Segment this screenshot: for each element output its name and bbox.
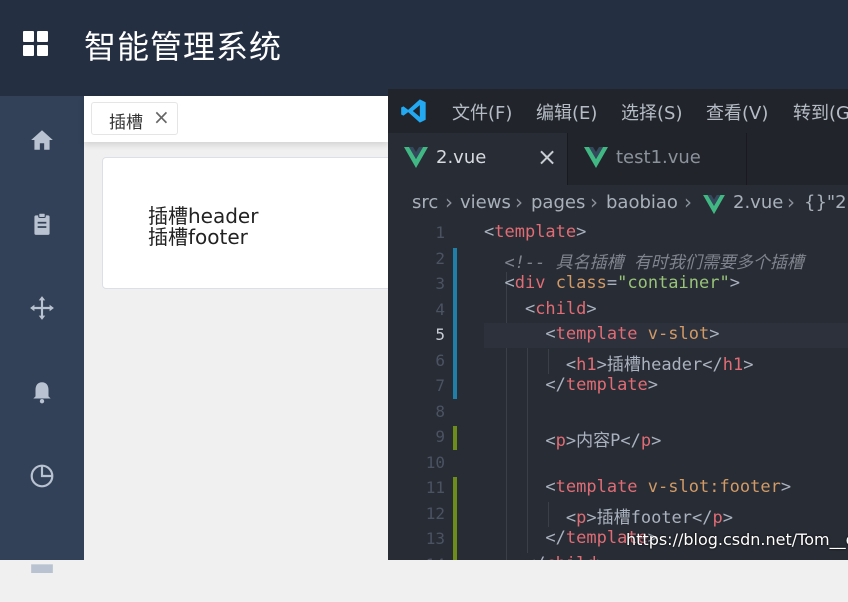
line-number: 11	[425, 478, 445, 497]
code-line[interactable]: 6 <h1>插槽header</h1>	[388, 349, 848, 375]
menu-selection[interactable]: 选择(S)	[621, 99, 682, 125]
code-line[interactable]: 12 <p>插槽footer</p>	[388, 502, 848, 528]
app-title: 智能管理系统	[84, 28, 283, 66]
editor-tab-2-vue[interactable]: 2.vue ×	[388, 133, 567, 185]
code-line[interactable]: 7 </template>	[388, 374, 848, 400]
content-card: 插槽header 插槽footer	[102, 157, 402, 289]
line-number: 6	[435, 350, 445, 370]
code-text: <template>	[484, 222, 587, 242]
breadcrumb-item[interactable]: 2.vue	[733, 192, 783, 213]
code-line[interactable]: 2 <!-- 具名插槽 有时我们需要多个插槽	[388, 247, 848, 273]
code-line[interactable]: 4 <child>	[388, 298, 848, 324]
sidebar-item-more[interactable]	[0, 518, 84, 602]
vscode-logo-icon	[401, 99, 426, 123]
vue-file-icon	[703, 195, 725, 215]
breadcrumb-item[interactable]: baobiao	[606, 192, 678, 213]
tag-label: 插槽	[109, 113, 143, 133]
code-text: <div class="container">	[484, 273, 740, 293]
main-content: 插槽 × 插槽header 插槽footer	[84, 96, 402, 560]
code-line[interactable]: 1 <template>	[388, 221, 848, 247]
code-text: <template v-slot:footer>	[484, 477, 792, 497]
chevron-right-icon: ›	[684, 190, 692, 214]
editor-tab-test1-vue[interactable]: test1.vue	[567, 133, 747, 185]
grid-icon[interactable]	[23, 31, 49, 57]
line-number: 3	[435, 274, 445, 293]
sidebar-item-notifications[interactable]	[0, 350, 84, 434]
menu-file[interactable]: 文件(F)	[452, 99, 512, 125]
breadcrumb-item[interactable]: pages	[531, 192, 585, 213]
close-icon[interactable]: ×	[153, 105, 170, 129]
code-line[interactable]: 3 <div class="container">	[388, 272, 848, 298]
editor-tab-label: test1.vue	[616, 147, 701, 168]
line-number: 12	[425, 503, 445, 523]
sidebar-item-charts[interactable]	[0, 434, 84, 518]
chevron-right-icon: ›	[515, 190, 523, 214]
line-number: 9	[435, 427, 445, 446]
close-icon[interactable]: ×	[537, 143, 557, 171]
sidebar-item-home[interactable]	[0, 98, 84, 182]
code-line[interactable]: 8	[388, 400, 848, 426]
code-text: <p>内容P</p>	[484, 431, 662, 451]
home-icon	[31, 130, 53, 150]
menu-edit[interactable]: 编辑(E)	[536, 99, 597, 125]
line-number: 7	[435, 376, 445, 395]
tags-bar: 插槽 ×	[84, 96, 388, 142]
menu-goto[interactable]: 转到(G	[793, 99, 848, 125]
sidebar-item-move[interactable]	[0, 266, 84, 350]
editor-menubar: 文件(F) 编辑(E) 选择(S) 查看(V) 转到(G	[388, 89, 848, 133]
code-text: <template v-slot>	[484, 324, 720, 344]
bell-icon	[33, 382, 51, 404]
line-number: 8	[435, 401, 445, 421]
code-text: <p>插槽footer</p>	[484, 507, 733, 528]
tag-slot[interactable]: 插槽 ×	[91, 102, 178, 135]
line-number: 10	[425, 452, 445, 472]
move-arrows-icon	[30, 296, 54, 320]
line-number: 4	[435, 299, 445, 319]
code-line[interactable]: 11 <template v-slot:footer>	[388, 476, 848, 502]
sidebar-item-clipboard[interactable]	[0, 182, 84, 266]
code-line[interactable]: 5 <template v-slot>	[388, 323, 848, 349]
editor-tabs: 2.vue × test1.vue	[388, 133, 848, 185]
vue-file-icon	[584, 147, 608, 168]
line-number: 14	[388, 555, 445, 561]
code-text: <child>	[484, 298, 597, 319]
line-number: 5	[435, 325, 445, 344]
menu-view[interactable]: 查看(V)	[706, 99, 768, 125]
chevron-right-icon: ›	[590, 190, 598, 214]
chevron-right-icon: ›	[445, 190, 453, 214]
line-number: 1	[435, 223, 445, 242]
code-editor-window: 文件(F) 编辑(E) 选择(S) 查看(V) 转到(G 2.vue × tes…	[388, 89, 848, 560]
watermark: https://blog.csdn.net/Tom__cy	[626, 530, 848, 549]
clipboard-icon	[34, 212, 50, 235]
sidebar	[0, 96, 84, 573]
pie-chart-icon	[30, 464, 54, 488]
code-line[interactable]: 9 <p>内容P</p>	[388, 425, 848, 451]
square-icon	[31, 564, 53, 573]
slot-header-text: 插槽header	[148, 204, 259, 228]
code-area[interactable]: 1 <template> 2 <!-- 具名插槽 有时我们需要多个插槽 3 <div …	[388, 221, 848, 560]
code-text: <!-- 具名插槽 有时我们需要多个插槽	[484, 252, 804, 273]
code-line[interactable]: 10	[388, 451, 848, 477]
chevron-right-icon: ›	[787, 190, 795, 214]
editor-tab-label: 2.vue	[436, 147, 487, 168]
code-text: </child>	[484, 554, 607, 561]
line-number: 13	[425, 529, 445, 548]
code-line[interactable]: 14 </child>	[388, 553, 848, 561]
breadcrumb-symbol[interactable]: {}"2.	[804, 192, 848, 213]
breadcrumb-item[interactable]: views	[460, 192, 511, 213]
line-number: 2	[435, 248, 445, 268]
code-text: <h1>插槽header</h1>	[484, 354, 754, 375]
breadcrumb: src › views › pages › baobiao › 2.vue › …	[388, 185, 848, 221]
code-text: </template>	[484, 375, 659, 395]
vue-file-icon	[404, 147, 428, 168]
breadcrumb-item[interactable]: src	[412, 192, 438, 213]
slot-footer-text: 插槽footer	[148, 225, 248, 249]
app-header: 智能管理系统	[0, 0, 848, 96]
